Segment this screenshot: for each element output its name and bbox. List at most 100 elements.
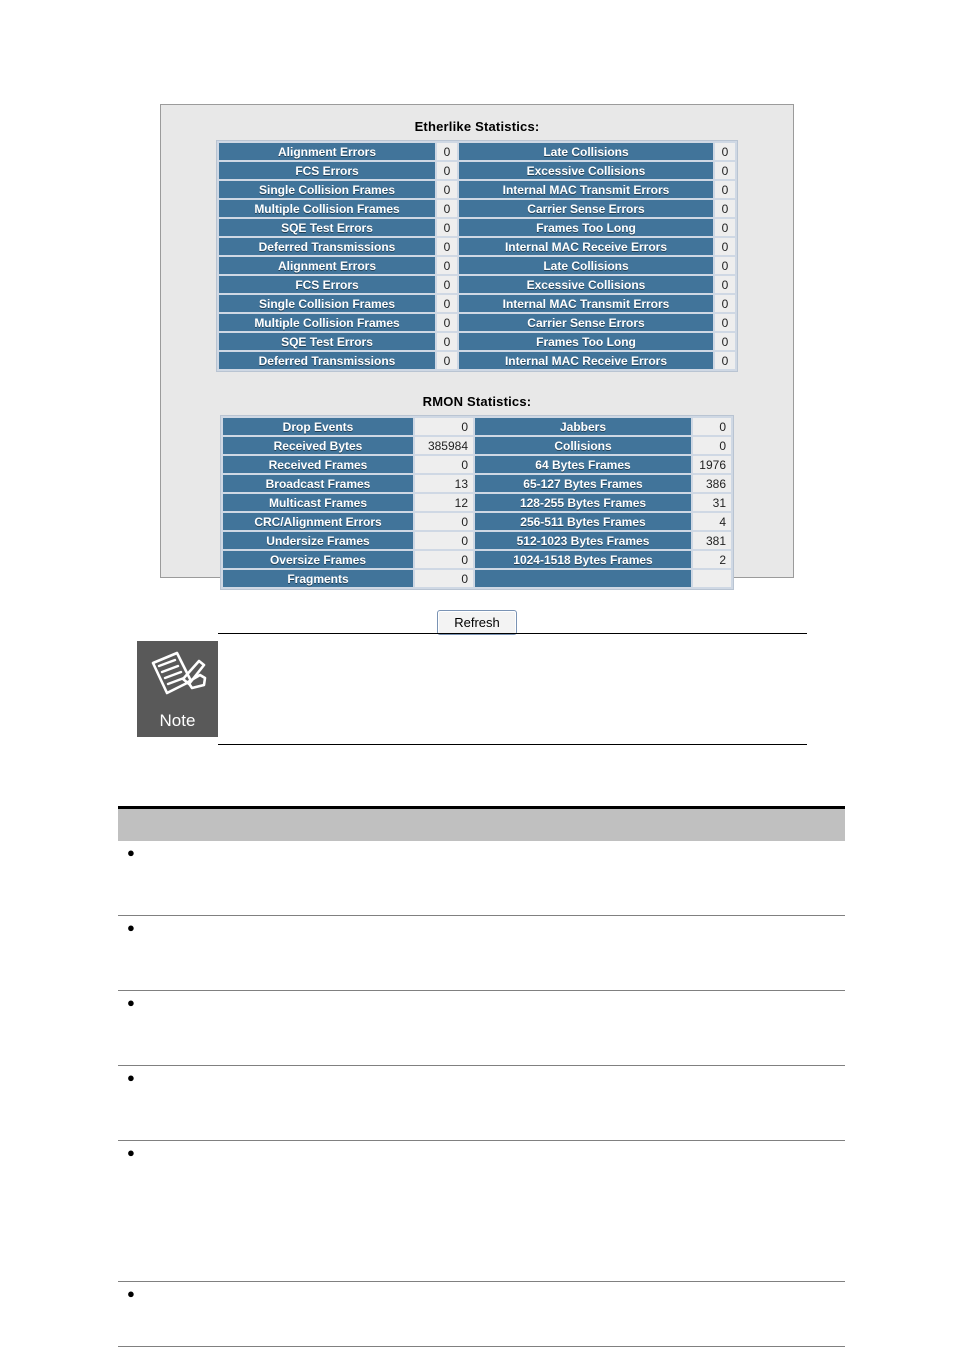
stat-label-right: Jabbers: [475, 418, 691, 435]
stat-value-left: 0: [415, 570, 473, 587]
bullet-icon: ●: [127, 845, 135, 860]
etherlike-statistics-table: Alignment Errors 0 Late Collisions 0 FCS Err…: [216, 140, 738, 372]
description-header-cell: [118, 809, 845, 841]
stat-row: SQE Test Errors 0 Frames Too Long 0: [219, 333, 735, 350]
stat-label-right: Internal MAC Transmit Errors: [459, 295, 713, 312]
description-header-row: [118, 809, 845, 841]
refresh-button[interactable]: Refresh: [437, 610, 517, 635]
stat-value-left: 385984: [415, 437, 473, 454]
stat-value-left: 0: [415, 456, 473, 473]
stat-label-left: Multiple Collision Frames: [219, 200, 435, 217]
description-row: ●: [118, 915, 845, 991]
stat-value-left: 0: [437, 181, 457, 198]
stat-value-left: 0: [437, 295, 457, 312]
note-pencil-paper-icon: [151, 651, 207, 695]
stat-value-right: 0: [715, 143, 735, 160]
stat-label-left: Deferred Transmissions: [219, 352, 435, 369]
stat-label-right: Carrier Sense Errors: [459, 314, 713, 331]
stat-label-left: FCS Errors: [219, 276, 435, 293]
stat-label-right: Frames Too Long: [459, 219, 713, 236]
rmon-statistics-table: Drop Events 0 Jabbers 0 Received Bytes 385984…: [220, 415, 734, 590]
stat-value-left: 0: [437, 143, 457, 160]
stat-label-left: CRC/Alignment Errors: [223, 513, 413, 530]
stat-row: Multicast Frames 12 128-255 Bytes Frames 31: [223, 494, 731, 511]
stat-value-right: 386: [693, 475, 731, 492]
stat-value-right: 0: [715, 162, 735, 179]
stat-label-right: [475, 570, 691, 587]
bullet-icon: ●: [127, 995, 135, 1010]
stat-label-left: Oversize Frames: [223, 551, 413, 568]
stat-value-left: 0: [437, 276, 457, 293]
stat-row: Undersize Frames 0 512-1023 Bytes Frames 38…: [223, 532, 731, 549]
stat-label-right: Carrier Sense Errors: [459, 200, 713, 217]
stat-value-left: 0: [437, 257, 457, 274]
stat-label-left: Multicast Frames: [223, 494, 413, 511]
stat-label-left: Received Frames: [223, 456, 413, 473]
stat-row: CRC/Alignment Errors 0 256-511 Bytes Frame…: [223, 513, 731, 530]
stat-label-right: Internal MAC Transmit Errors: [459, 181, 713, 198]
stat-value-right: 0: [715, 295, 735, 312]
stat-label-left: Fragments: [223, 570, 413, 587]
stat-label-right: Internal MAC Receive Errors: [459, 238, 713, 255]
stat-value-right: 0: [715, 257, 735, 274]
stat-label-left: Broadcast Frames: [223, 475, 413, 492]
stat-label-right: 128-255 Bytes Frames: [475, 494, 691, 511]
stat-label-left: Undersize Frames: [223, 532, 413, 549]
stat-row: SQE Test Errors 0 Frames Too Long 0: [219, 219, 735, 236]
etherlike-table-body: Alignment Errors 0 Late Collisions 0 FCS Err…: [219, 143, 735, 255]
bullet-icon: ●: [127, 1286, 135, 1301]
stat-value-right: 2: [693, 551, 731, 568]
stat-value-right: 4: [693, 513, 731, 530]
stat-label-right: Late Collisions: [459, 257, 713, 274]
etherlike-statistics-title: Etherlike Statistics:: [414, 119, 540, 134]
stat-row: FCS Errors 0 Excessive Collisions 0: [219, 276, 735, 293]
stat-label-right: 256-511 Bytes Frames: [475, 513, 691, 530]
stat-row: Deferred Transmissions 0 Internal MAC Rece…: [219, 352, 735, 369]
stat-label-right: 64 Bytes Frames: [475, 456, 691, 473]
stat-row: Oversize Frames 0 1024-1518 Bytes Frames 2: [223, 551, 731, 568]
bullet-icon: ●: [127, 920, 135, 935]
description-table-head: [118, 806, 845, 841]
description-table-body: ● ● ● ● ● ●: [118, 841, 845, 1347]
stat-row: Single Collision Frames 0 Internal MAC Tra…: [219, 295, 735, 312]
description-cell: ●: [118, 1140, 845, 1282]
stat-row: Multiple Collision Frames 0 Carrier Sense …: [219, 200, 735, 217]
stat-label-left: Alignment Errors: [219, 257, 435, 274]
stat-row: Deferred Transmissions 0 Internal MAC Rece…: [219, 238, 735, 255]
stat-label-left: FCS Errors: [219, 162, 435, 179]
stat-label-right: Excessive Collisions: [459, 276, 713, 293]
stat-value-right: 31: [693, 494, 731, 511]
stat-value-right: 0: [715, 238, 735, 255]
stat-label-left: Alignment Errors: [219, 143, 435, 160]
stat-value-left: 0: [415, 418, 473, 435]
note-text: [218, 634, 807, 650]
stat-value-left: 0: [415, 532, 473, 549]
stat-value-left: 0: [437, 238, 457, 255]
bullet-icon: ●: [127, 1145, 135, 1160]
stat-value-left: 0: [437, 200, 457, 217]
stat-value-right: 0: [693, 437, 731, 454]
stat-value-right: 0: [715, 200, 735, 217]
description-row: ●: [118, 990, 845, 1066]
description-cell: ●: [118, 1281, 845, 1347]
rmon-statistics-title: RMON Statistics:: [422, 394, 532, 409]
rmon-table-body: Drop Events 0 Jabbers 0 Received Bytes 385984…: [223, 418, 731, 587]
stat-label-left: Single Collision Frames: [219, 295, 435, 312]
stat-value-left: 0: [437, 219, 457, 236]
stat-value-right: 1976: [693, 456, 731, 473]
stat-row: Received Frames 0 64 Bytes Frames 1976: [223, 456, 731, 473]
stat-value-left: 0: [415, 513, 473, 530]
stat-label-right: Excessive Collisions: [459, 162, 713, 179]
note-icon-box: Note: [137, 641, 218, 737]
description-table: ● ● ● ● ● ●: [118, 806, 845, 1347]
stat-value-right: [693, 570, 731, 587]
stat-label-left: SQE Test Errors: [219, 219, 435, 236]
stat-label-right: Late Collisions: [459, 143, 713, 160]
stat-row: Alignment Errors 0 Late Collisions 0: [219, 143, 735, 160]
description-cell: ●: [118, 1065, 845, 1141]
note-callout: Note: [137, 633, 807, 745]
stat-value-left: 12: [415, 494, 473, 511]
description-cell: ●: [118, 915, 845, 991]
stat-value-right: 0: [715, 276, 735, 293]
stat-value-right: 381: [693, 532, 731, 549]
